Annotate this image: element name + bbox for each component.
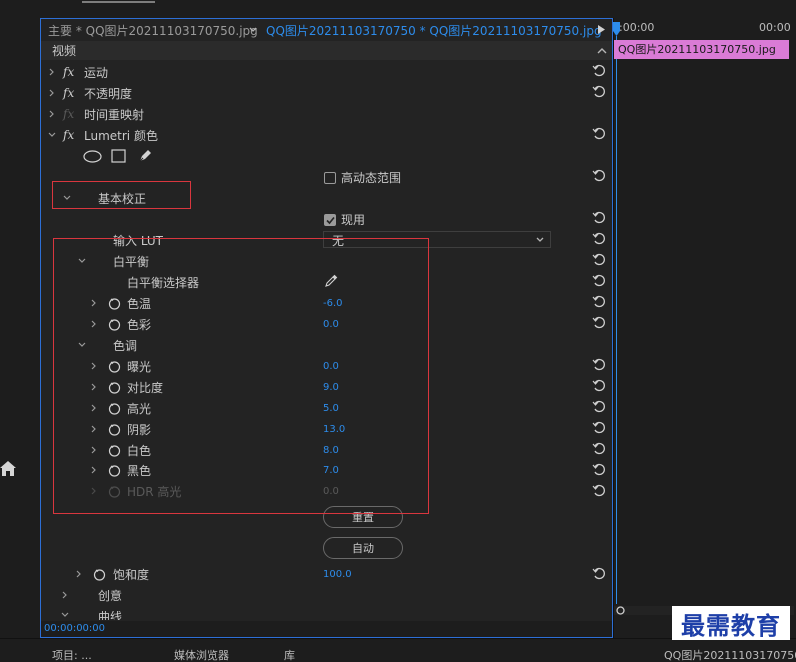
- chevron-right-icon[interactable]: [61, 591, 69, 599]
- panel-header: 主要 * QQ图片20211103170750.jpg QQ图片20211103…: [41, 19, 612, 42]
- video-section-label: 视频: [52, 44, 77, 58]
- fx-icon[interactable]: fx: [63, 108, 74, 120]
- clip-label: QQ图片20211103170750.jpg: [618, 43, 776, 56]
- curves-label[interactable]: 曲线: [98, 611, 122, 620]
- reset-icon[interactable]: [592, 400, 606, 413]
- reset-icon[interactable]: [592, 211, 606, 224]
- reset-icon[interactable]: [592, 442, 606, 455]
- check-icon: [326, 216, 335, 225]
- effect-label: 时间重映射: [84, 108, 145, 122]
- reset-icon[interactable]: [592, 567, 606, 580]
- reset-icon[interactable]: [592, 316, 606, 329]
- highlight-box-white-balance-tone: [53, 238, 429, 514]
- fx-icon[interactable]: fx: [63, 87, 74, 99]
- reset-icon[interactable]: [592, 64, 606, 77]
- active-tab-indicator: [82, 1, 155, 3]
- hdr-checkbox[interactable]: [324, 172, 336, 184]
- bottom-panel-tabs: 项目: ... 媒体浏览器 库 QQ图片20211103170750: [0, 638, 796, 661]
- timeline-end-time: 00:00: [759, 21, 791, 34]
- effect-controls-panel: 主要 * QQ图片20211103170750.jpg QQ图片20211103…: [40, 18, 613, 638]
- stopwatch-icon[interactable]: [93, 568, 106, 581]
- reset-icon[interactable]: [592, 295, 606, 308]
- playhead-icon[interactable]: [613, 22, 620, 36]
- highlight-box-basic-correction: [52, 181, 191, 209]
- auto-button[interactable]: 自动: [323, 537, 403, 559]
- reset-icon[interactable]: [592, 484, 606, 497]
- chevron-down-icon[interactable]: [48, 131, 56, 139]
- ellipse-mask-icon[interactable]: [83, 150, 102, 163]
- watermark: 最需教育: [672, 606, 790, 640]
- effect-label: 不透明度: [84, 87, 133, 101]
- scroll-handle-icon[interactable]: [616, 606, 625, 615]
- sequence-tab[interactable]: QQ图片20211103170750: [664, 650, 796, 661]
- hdr-label: 高动态范围: [341, 171, 402, 185]
- rectangle-mask-icon[interactable]: [111, 149, 126, 163]
- reset-icon[interactable]: [592, 463, 606, 476]
- playhead-line: [616, 36, 617, 604]
- panel-footer: 00:00:00:00: [41, 621, 612, 637]
- timeline-clip[interactable]: QQ图片20211103170750.jpg: [614, 40, 789, 59]
- reset-icon[interactable]: [592, 85, 606, 98]
- reset-icon[interactable]: [592, 421, 606, 434]
- clip-tab[interactable]: QQ图片20211103170750 * QQ图片20211103170750.…: [266, 25, 602, 37]
- fx-icon[interactable]: fx: [63, 66, 74, 78]
- reset-icon[interactable]: [592, 379, 606, 392]
- play-icon[interactable]: [598, 25, 605, 34]
- chevron-right-icon[interactable]: [48, 68, 56, 76]
- reset-icon[interactable]: [592, 169, 606, 182]
- effect-label: 运动: [84, 66, 109, 80]
- creative-label[interactable]: 创意: [98, 590, 122, 602]
- media-browser-tab[interactable]: 媒体浏览器: [174, 650, 229, 661]
- use-checkbox[interactable]: [324, 214, 336, 226]
- chevron-up-icon[interactable]: [597, 47, 607, 54]
- source-tab[interactable]: 主要 * QQ图片20211103170750.jpg: [48, 25, 258, 37]
- fx-icon[interactable]: fx: [63, 129, 74, 141]
- project-tab[interactable]: 项目: ...: [52, 650, 92, 661]
- reset-icon[interactable]: [592, 127, 606, 140]
- reset-icon[interactable]: [592, 253, 606, 266]
- chevron-down-icon[interactable]: [61, 611, 69, 619]
- chevron-right-icon[interactable]: [48, 110, 56, 118]
- chevron-down-icon[interactable]: [249, 27, 257, 33]
- reset-icon[interactable]: [592, 358, 606, 371]
- libraries-tab[interactable]: 库: [284, 650, 295, 661]
- timeline-start-time: :00:00: [619, 21, 655, 34]
- reset-icon[interactable]: [592, 274, 606, 287]
- chevron-down-icon: [536, 237, 544, 242]
- saturation-value[interactable]: 100.0: [323, 570, 352, 580]
- mini-timeline: :00:00 00:00: [613, 18, 796, 638]
- chevron-right-icon[interactable]: [75, 570, 83, 578]
- timecode[interactable]: 00:00:00:00: [44, 624, 105, 634]
- effect-label: Lumetri 颜色: [84, 129, 158, 143]
- reset-icon[interactable]: [592, 232, 606, 245]
- chevron-right-icon[interactable]: [48, 89, 56, 97]
- video-section-header: 视频: [41, 41, 612, 60]
- pen-mask-icon[interactable]: [138, 148, 153, 163]
- home-icon[interactable]: [0, 460, 16, 478]
- left-toolbar: [0, 18, 40, 655]
- use-label: 现用: [341, 213, 366, 227]
- saturation-label: 饱和度: [113, 568, 150, 582]
